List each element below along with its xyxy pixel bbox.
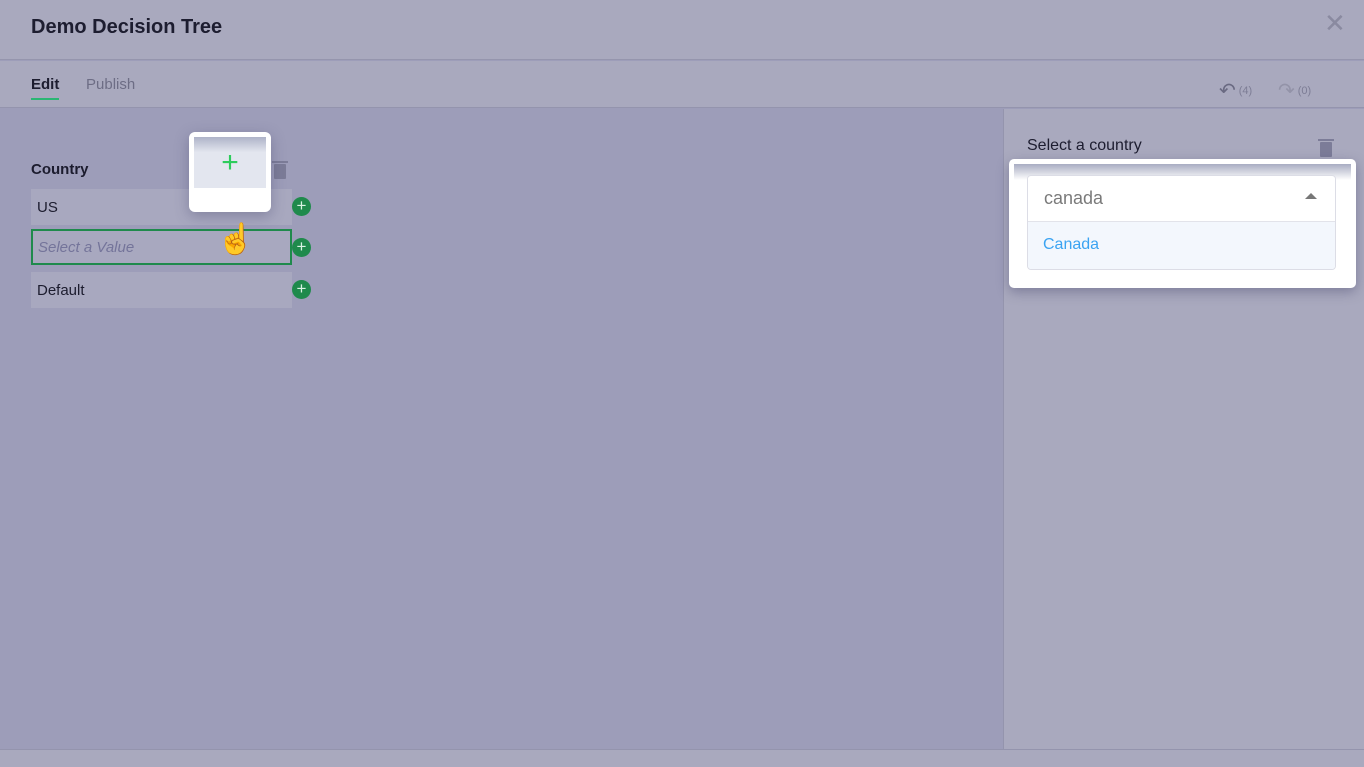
page-title: Demo Decision Tree [31,16,223,38]
column-title: Country [31,161,89,178]
add-icon[interactable]: + [292,238,311,257]
undo-button[interactable]: ↶ (4) [1219,78,1252,103]
country-search-input[interactable] [1028,176,1335,222]
add-icon[interactable]: + [292,280,311,299]
option-canada[interactable]: Canada [1028,222,1335,269]
hand-pointer-icon: ☝ [217,223,255,256]
header: Demo Decision Tree ✕ [0,0,1364,60]
country-select: Canada [1027,175,1336,270]
trash-icon[interactable] [1318,139,1334,157]
panel-label: Select a country [1027,137,1142,154]
tab-edit[interactable]: Edit [31,76,60,100]
tab-bar: Edit Publish ↶ (4) ↷ (0) [0,61,1364,108]
trash-icon[interactable] [272,161,288,179]
redo-count: (0) [1297,84,1312,97]
redo-icon: ↷ [1278,80,1295,102]
close-icon[interactable]: ✕ [1324,8,1346,39]
undo-icon: ↶ [1219,80,1236,102]
country-dropdown: Canada [1009,159,1356,288]
drag-add-node[interactable]: + [189,132,271,212]
undo-count: (4) [1238,84,1253,97]
tree-row[interactable]: Default [31,272,292,308]
redo-button[interactable]: ↷ (0) [1278,78,1311,103]
tab-publish[interactable]: Publish [86,76,135,93]
plus-icon: + [194,137,266,188]
caret-up-icon[interactable] [1305,193,1317,199]
add-icon[interactable]: + [292,197,311,216]
footer [0,749,1364,767]
